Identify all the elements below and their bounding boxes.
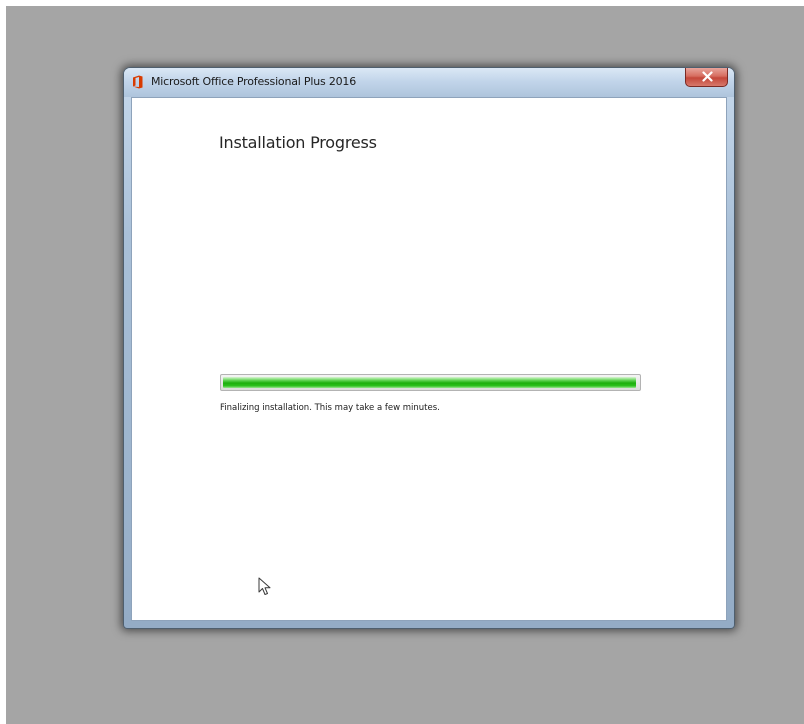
close-button[interactable] [685, 68, 728, 87]
mouse-pointer-icon [258, 577, 271, 595]
office-icon [133, 75, 143, 89]
page-title: Installation Progress [219, 133, 377, 152]
title-bar[interactable]: Microsoft Office Professional Plus 2016 [124, 68, 734, 97]
window-title: Microsoft Office Professional Plus 2016 [151, 75, 357, 88]
progress-bar [220, 374, 641, 391]
installer-window: Microsoft Office Professional Plus 2016 … [123, 67, 735, 629]
progress-bar-fill [223, 377, 636, 388]
status-message: Finalizing installation. This may take a… [220, 403, 440, 413]
dialog-content: Installation Progress Finalizing install… [131, 97, 727, 621]
close-icon [701, 71, 713, 82]
